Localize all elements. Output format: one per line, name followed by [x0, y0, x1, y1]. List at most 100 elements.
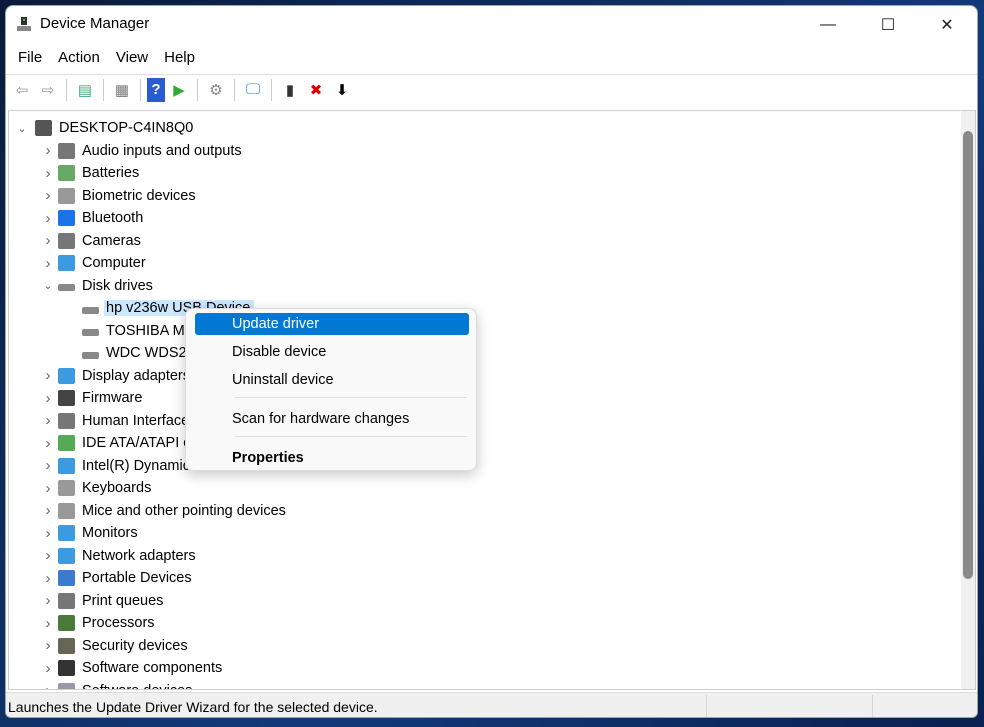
tree-item[interactable]: › Monitors — [46, 522, 138, 544]
status-divider — [872, 695, 873, 717]
expand-chevron-icon[interactable]: › — [42, 547, 54, 564]
tree-item[interactable]: › Cameras — [46, 230, 141, 252]
menu-file[interactable]: File — [10, 46, 50, 72]
toolbar-separator — [103, 78, 104, 101]
menu-item-update-driver[interactable]: Update driver — [195, 313, 469, 335]
tree-item[interactable]: › Audio inputs and outputs — [46, 140, 242, 162]
expand-chevron-icon[interactable]: › — [42, 480, 54, 497]
menu-separator — [235, 397, 467, 398]
tree-item[interactable]: TOSHIBA MQ — [82, 320, 196, 342]
menu-item-disable-device[interactable]: Disable device — [195, 341, 469, 363]
collapse-chevron-icon[interactable]: ⌄ — [16, 122, 28, 135]
tree-item[interactable]: ⌄ Disk drives — [43, 275, 153, 297]
tree-item-label: Software components — [82, 660, 223, 676]
menu-item-scan-hardware[interactable]: Scan for hardware changes — [195, 408, 469, 430]
expand-chevron-icon[interactable]: › — [42, 615, 54, 632]
expand-chevron-icon[interactable]: › — [42, 255, 54, 272]
disable-device-icon[interactable]: ⬇ — [330, 78, 354, 102]
show-action-pane-icon[interactable]: ▶ — [167, 78, 191, 102]
tree-item[interactable]: › Security devices — [46, 635, 188, 657]
expand-chevron-icon[interactable]: › — [42, 592, 54, 609]
bluetooth-icon — [58, 210, 75, 226]
processor-icon — [58, 615, 75, 631]
uninstall-icon[interactable]: ✖ — [304, 78, 328, 102]
tree-item[interactable]: › Network adapters — [46, 545, 196, 567]
minimize-button[interactable]: — — [799, 6, 857, 44]
expand-chevron-icon[interactable]: › — [42, 637, 54, 654]
tree-item[interactable]: › Computer — [46, 252, 146, 274]
expand-chevron-icon[interactable]: › — [42, 367, 54, 384]
expand-chevron-icon[interactable]: › — [42, 232, 54, 249]
expand-chevron-icon[interactable]: › — [42, 502, 54, 519]
status-divider — [706, 695, 707, 717]
tree-item-label: Portable Devices — [82, 570, 192, 586]
tree-item[interactable]: ⌄ DESKTOP-C4IN8Q0 — [17, 117, 193, 139]
tree-item-label: Cameras — [82, 232, 141, 249]
tree-item[interactable]: › Bluetooth — [46, 207, 144, 229]
tree-item[interactable]: › Mice and other pointing devices — [46, 500, 286, 522]
tree-item-label: Computer — [82, 255, 146, 271]
expand-chevron-icon[interactable]: › — [42, 412, 54, 429]
back-arrow-icon[interactable]: ⇦ — [10, 78, 34, 102]
tree-item-label: TOSHIBA MQ — [106, 322, 196, 339]
expand-chevron-icon[interactable]: › — [42, 142, 54, 159]
expand-chevron-icon[interactable]: › — [42, 187, 54, 204]
tree-item[interactable]: › Batteries — [46, 162, 140, 184]
vertical-scrollbar[interactable] — [961, 111, 975, 689]
expand-chevron-icon[interactable]: › — [42, 390, 54, 407]
menu-view[interactable]: View — [108, 46, 156, 72]
tree-item[interactable]: WDC WDS24 — [82, 342, 195, 364]
menu-item-properties[interactable]: Properties — [195, 447, 469, 469]
tree-item-label: Display adapters — [82, 367, 190, 384]
tree-item-label: Print queues — [82, 592, 164, 609]
expand-chevron-icon[interactable]: › — [42, 660, 54, 677]
toolbar-separator — [66, 78, 67, 101]
menu-action[interactable]: Action — [50, 46, 108, 72]
display-adapter-icon — [58, 367, 75, 384]
tree-item[interactable]: › Keyboards — [46, 477, 152, 499]
show-hide-console-tree-icon[interactable]: ▤ — [73, 78, 97, 102]
tree-item-label: Software devices — [82, 683, 192, 690]
expand-chevron-icon[interactable]: › — [42, 682, 54, 689]
tree-item-label: WDC WDS24 — [106, 345, 195, 361]
expand-chevron-icon[interactable]: › — [42, 435, 54, 452]
title-bar: Device Manager — ☐ ✕ — [6, 6, 977, 44]
expand-chevron-icon[interactable]: › — [42, 570, 54, 587]
forward-arrow-icon[interactable]: ⇨ — [36, 78, 60, 102]
tree-item[interactable]: › Processors — [46, 612, 155, 634]
menu-item-uninstall-device[interactable]: Uninstall device — [195, 369, 469, 391]
help-icon[interactable]: ? — [147, 77, 165, 102]
mouse-icon — [58, 502, 75, 519]
tree-item-label: Security devices — [82, 637, 188, 654]
scan-hardware-icon[interactable]: 🖵 — [241, 78, 265, 102]
toolbar-separator — [197, 78, 198, 101]
window-title: Device Manager — [40, 15, 150, 32]
tree-item-label: Processors — [82, 615, 155, 631]
tree-item[interactable]: › Display adapters — [46, 365, 191, 387]
expand-chevron-icon[interactable]: › — [42, 210, 54, 227]
expand-chevron-icon[interactable]: › — [42, 165, 54, 182]
expand-chevron-icon[interactable]: › — [42, 457, 54, 474]
tree-item[interactable]: › Software components — [46, 657, 223, 679]
tree-item[interactable]: › Firmware — [46, 387, 143, 409]
tree-item-label: Audio inputs and outputs — [82, 142, 242, 159]
properties-icon[interactable]: ▦ — [110, 78, 134, 102]
toolbar-separator — [140, 78, 141, 101]
collapse-chevron-icon[interactable]: ⌄ — [42, 279, 54, 292]
tree-item[interactable]: › Portable Devices — [46, 567, 192, 589]
menu-help[interactable]: Help — [156, 46, 203, 72]
tree-item[interactable]: › Print queues — [46, 590, 164, 612]
network-icon — [58, 547, 75, 564]
tree-item[interactable]: › Biometric devices — [46, 185, 196, 207]
monitor-icon — [58, 255, 75, 271]
close-button[interactable]: ✕ — [918, 6, 976, 44]
ide-controller-icon — [58, 435, 75, 451]
tree-item[interactable]: ›Software devices — [46, 680, 192, 690]
enable-device-icon[interactable]: ▮ — [278, 78, 302, 102]
device-manager-window: Device Manager — ☐ ✕ File Action View He… — [5, 5, 978, 718]
tree-item-label: Batteries — [82, 165, 140, 181]
maximize-button[interactable]: ☐ — [859, 6, 917, 44]
expand-chevron-icon[interactable]: › — [42, 525, 54, 542]
update-driver-icon[interactable]: ⚙ — [204, 78, 228, 102]
scrollbar-thumb[interactable] — [963, 131, 973, 579]
